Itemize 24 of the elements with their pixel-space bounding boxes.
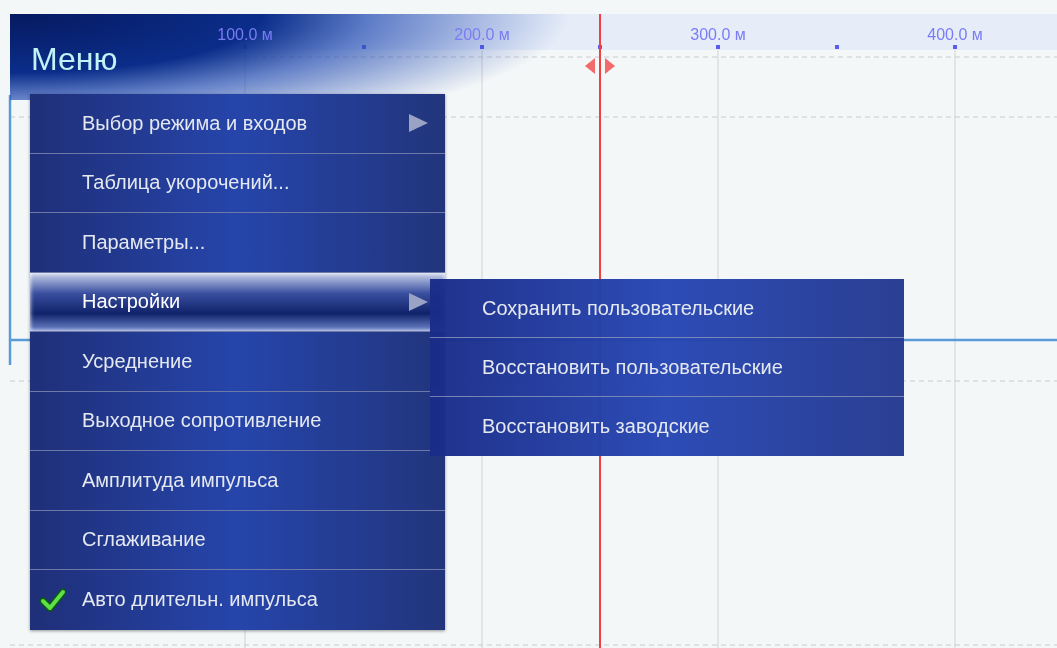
ruler-label: 100.0 м [217, 26, 273, 43]
ruler-tick [362, 45, 366, 49]
submenu-arrow-icon [407, 290, 429, 313]
submenu-item[interactable]: Сохранить пользовательские [430, 279, 904, 338]
menu-item[interactable]: Выбор режима и входов [30, 94, 445, 154]
ruler-tick [598, 45, 602, 49]
ruler-tick [480, 45, 484, 49]
submenu-arrow-icon [407, 112, 429, 135]
menu-item[interactable]: Настройки [30, 272, 445, 332]
menu-item[interactable]: Сглаживание [30, 510, 445, 570]
ruler-label: 300.0 м [690, 26, 746, 43]
submenu-item[interactable]: Восстановить пользовательские [430, 338, 904, 397]
checkmark-icon [40, 587, 66, 612]
menu-title: Меню [31, 40, 118, 79]
ruler-tick [716, 45, 720, 49]
ruler-label: 400.0 м [927, 26, 983, 43]
ruler-tick [953, 45, 957, 49]
menu-item[interactable]: Амплитуда импульса [30, 451, 445, 511]
menu-item[interactable]: Авто длительн. импульса [30, 570, 445, 630]
ruler-label: 200.0 м [454, 26, 510, 43]
cursor-handle-icon[interactable] [585, 58, 615, 74]
menu-item[interactable]: Параметры... [30, 213, 445, 273]
ruler-tick [835, 45, 839, 49]
menu-item[interactable]: Таблица укорочений... [30, 153, 445, 213]
